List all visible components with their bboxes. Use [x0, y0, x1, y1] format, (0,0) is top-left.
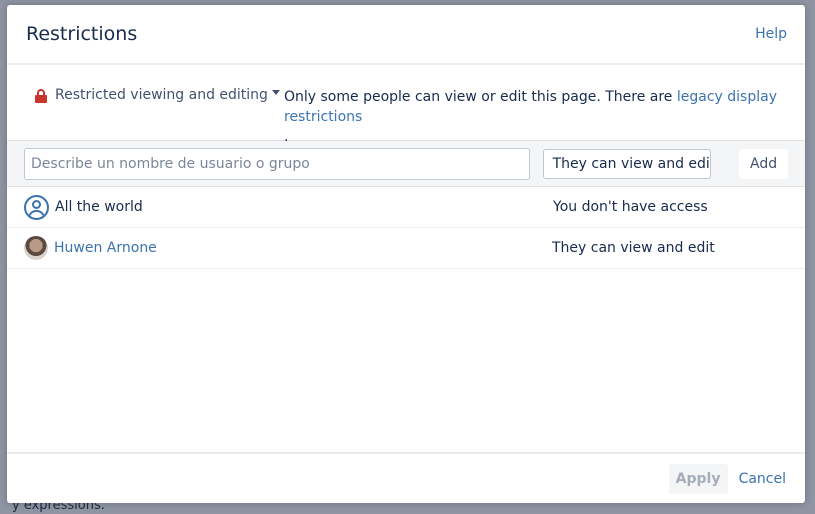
user-group-search-input[interactable]: [24, 147, 530, 180]
permission-select[interactable]: They can view and edi⌄: [542, 148, 712, 179]
restriction-mode-section: Restricted viewing and editing Only some…: [7, 65, 805, 145]
dialog-footer: Apply Cancel: [7, 452, 805, 503]
apply-button[interactable]: Apply: [668, 463, 728, 494]
dialog-title: Restrictions: [26, 23, 138, 45]
permission-select-value: They can view and edi: [552, 155, 710, 172]
restriction-description: Only some people can view or edit this p…: [284, 87, 794, 145]
description-end: .: [284, 129, 289, 145]
dialog-header: Restrictions Help: [7, 5, 805, 65]
caret-down-icon: [271, 90, 280, 99]
restriction-mode-dropdown[interactable]: Restricted viewing and editing: [35, 87, 284, 140]
help-link[interactable]: Help: [755, 26, 787, 42]
user-link[interactable]: Huwen Arnone: [54, 240, 552, 256]
add-restriction-bar: They can view and edi⌄ Add: [7, 141, 805, 187]
table-row: Huwen Arnone They can view and edit: [7, 228, 805, 269]
lock-icon: [35, 89, 47, 103]
restrictions-dialog: Restrictions Help Restricted viewing and…: [7, 5, 805, 503]
entry-permission[interactable]: They can view and edit: [552, 240, 715, 256]
add-button[interactable]: Add: [739, 148, 788, 179]
table-row: All the world You don't have access: [7, 187, 805, 228]
entry-name: All the world: [55, 199, 143, 215]
entry-permission: You don't have access: [553, 199, 708, 215]
avatar: [24, 236, 48, 260]
description-text: Only some people can view or edit this p…: [284, 89, 677, 105]
restriction-mode-label: Restricted viewing and editing: [55, 87, 268, 103]
cancel-button[interactable]: Cancel: [739, 471, 786, 487]
group-icon: [24, 194, 49, 220]
chevron-down-icon: ⌄: [710, 158, 711, 169]
